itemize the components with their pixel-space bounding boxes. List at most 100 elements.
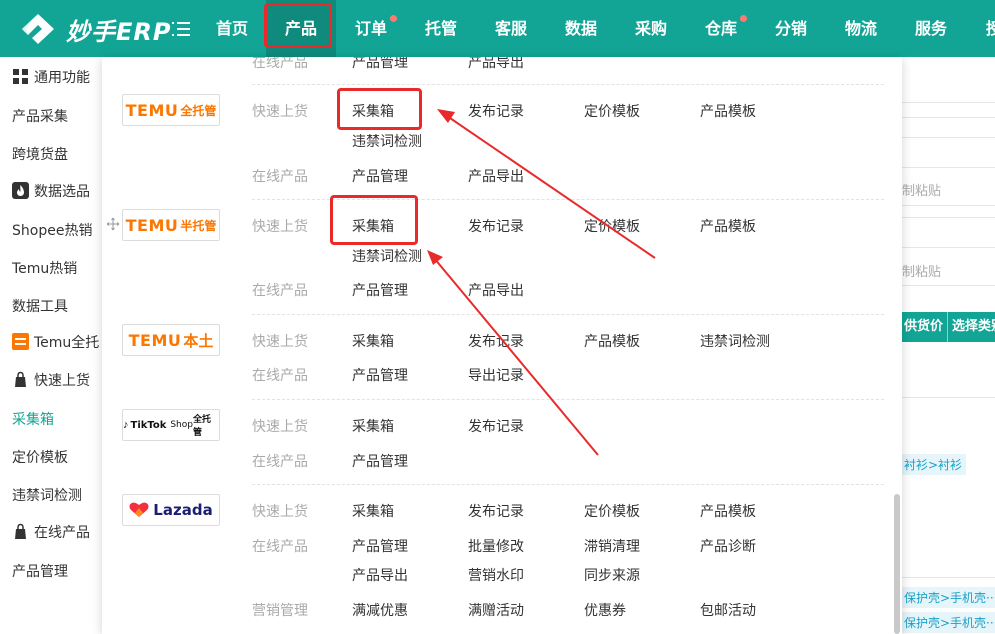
sidebar-item-cross-border[interactable]: 跨境货盘 (12, 144, 68, 164)
nav-data[interactable]: 数据 (546, 0, 616, 57)
nav-orders[interactable]: 订单 (336, 0, 406, 57)
top-nav-bar: 妙手ERP 首页 产品 订单 托管 客服 数据 采购 仓库 分销 物流 服务 授 (0, 0, 995, 57)
menu-link-product-manage[interactable]: 产品管理 (352, 365, 408, 385)
divider (900, 167, 995, 168)
menu-link-pricing-template[interactable]: 定价模板 (584, 101, 640, 121)
menu-link-collect-box[interactable]: 采集箱 (352, 101, 394, 121)
logo-icon (22, 14, 54, 44)
menu-link-product-template[interactable]: 产品模板 (700, 101, 756, 121)
row-label-quick: 快速上货 (252, 504, 308, 520)
nav-product[interactable]: 产品 (266, 0, 336, 57)
menu-link-collect-box[interactable]: 采集箱 (352, 416, 394, 436)
menu-link-product-export[interactable]: 产品导出 (468, 57, 524, 72)
tiktok-shop-logo: ♪ TikTok Shop 全托管 (122, 409, 220, 441)
menu-link-publish-records[interactable]: 发布记录 (468, 331, 524, 351)
menu-link-free-shipping[interactable]: 包邮活动 (700, 600, 756, 620)
move-icon[interactable] (106, 217, 120, 231)
select-category-button[interactable]: 选择类别 (948, 312, 995, 342)
sidebar-item-temu-hot[interactable]: Temu热销 (12, 258, 77, 278)
sidebar-item-banned-words[interactable]: 违禁词检测 (12, 485, 82, 505)
menu-link-collect-box[interactable]: 采集箱 (352, 501, 394, 521)
nav-hosting[interactable]: 托管 (406, 0, 476, 57)
menu-link-discount[interactable]: 满减优惠 (352, 600, 408, 620)
menu-link-slow-sale-clean[interactable]: 滞销清理 (584, 536, 640, 556)
divider (900, 137, 995, 138)
sidebar-group-general[interactable]: 通用功能 (12, 67, 90, 87)
menu-link-gift-campaign[interactable]: 满赠活动 (468, 600, 524, 620)
sidebar-group-data-select[interactable]: 数据选品 (12, 181, 90, 201)
sidebar-label: 快速上货 (34, 373, 90, 389)
sidebar-item-shopee-hot[interactable]: Shopee热销 (12, 220, 92, 240)
sidebar-group-temu-full[interactable]: Temu全托 (12, 332, 99, 352)
app-logo[interactable]: 妙手ERP (16, 11, 171, 47)
sidebar-group-quick-upload[interactable]: 快速上货 (12, 370, 90, 390)
temu-brand: TEMU (128, 330, 182, 350)
sidebar-item-data-tools[interactable]: 数据工具 (12, 296, 68, 316)
sidebar: 通用功能 产品采集 跨境货盘 数据选品 Shopee热销 Temu热销 数据工具… (0, 57, 102, 634)
menu-link-product-manage[interactable]: 产品管理 (352, 57, 408, 72)
nav-purchase[interactable]: 采购 (616, 0, 686, 57)
divider (900, 205, 995, 206)
menu-link-publish-records[interactable]: 发布记录 (468, 216, 524, 236)
row-label-quick: 快速上货 (252, 104, 308, 120)
paste-hint: 制粘贴 (902, 265, 942, 280)
sidebar-item-product-collect[interactable]: 产品采集 (12, 106, 68, 126)
menu-link-pricing-template[interactable]: 定价模板 (584, 216, 640, 236)
nav-home[interactable]: 首页 (198, 0, 266, 57)
menu-link-marketing-watermark[interactable]: 营销水印 (468, 565, 524, 585)
menu-link-publish-records[interactable]: 发布记录 (468, 501, 524, 521)
product-dropdown-menu: 在线产品 产品管理 产品导出 TEMU 全托管 快速上货 采集箱 发布记录 定价模… (102, 57, 902, 634)
menu-link-product-export[interactable]: 产品导出 (468, 280, 524, 300)
nav-logistics[interactable]: 物流 (826, 0, 896, 57)
row-label-quick: 快速上货 (252, 219, 308, 235)
sidebar-label: 在线产品 (34, 525, 90, 541)
sidebar-group-online-products[interactable]: 在线产品 (12, 522, 90, 542)
menu-link-export-records[interactable]: 导出记录 (468, 365, 524, 385)
sidebar-label: Temu全托 (34, 335, 100, 351)
supply-price-button[interactable]: 供货价 (900, 312, 947, 342)
menu-link-pricing-template[interactable]: 定价模板 (584, 501, 640, 521)
temu-brand: TEMU (125, 215, 179, 235)
temu-full-logo: TEMU 全托管 (122, 94, 220, 126)
row-label-online: 在线产品 (252, 368, 308, 384)
sidebar-item-collect-box[interactable]: 采集箱 (12, 409, 54, 429)
menu-link-banned-words[interactable]: 违禁词检测 (700, 331, 770, 351)
temu-badge-icon (12, 333, 29, 350)
menu-link-sync-source[interactable]: 同步来源 (584, 565, 640, 585)
menu-link-batch-edit[interactable]: 批量修改 (468, 536, 524, 556)
menu-link-product-manage[interactable]: 产品管理 (352, 280, 408, 300)
menu-link-publish-records[interactable]: 发布记录 (468, 101, 524, 121)
menu-link-banned-words[interactable]: 违禁词检测 (352, 131, 422, 151)
menu-link-banned-words[interactable]: 违禁词检测 (352, 246, 422, 266)
category-tag: 保护壳>手机壳··· (900, 612, 995, 633)
menu-link-publish-records[interactable]: 发布记录 (468, 416, 524, 436)
menu-toggle-icon[interactable] (171, 20, 191, 38)
menu-link-product-manage[interactable]: 产品管理 (352, 166, 408, 186)
divider (900, 397, 995, 398)
menu-link-product-template[interactable]: 产品模板 (584, 331, 640, 351)
menu-link-collect-box[interactable]: 采集箱 (352, 216, 394, 236)
paste-hint: 制粘贴 (902, 184, 942, 199)
menu-link-coupon[interactable]: 优惠券 (584, 600, 626, 620)
sidebar-item-product-manage[interactable]: 产品管理 (12, 561, 68, 581)
nav-warehouse[interactable]: 仓库 (686, 0, 756, 57)
menu-link-product-manage[interactable]: 产品管理 (352, 536, 408, 556)
menu-link-product-diagnosis[interactable]: 产品诊断 (700, 536, 756, 556)
menu-link-product-manage[interactable]: 产品管理 (352, 451, 408, 471)
nav-service[interactable]: 服务 (896, 0, 966, 57)
menu-link-product-template[interactable]: 产品模板 (700, 501, 756, 521)
divider (900, 217, 995, 218)
menu-link-product-export[interactable]: 产品导出 (352, 565, 408, 585)
category-tag: 保护壳>手机壳··· (900, 587, 995, 608)
menu-link-product-template[interactable]: 产品模板 (700, 216, 756, 236)
nav-distribution[interactable]: 分销 (756, 0, 826, 57)
nav-customer-service[interactable]: 客服 (476, 0, 546, 57)
nav-more[interactable]: 授 (966, 0, 995, 57)
logo-text: 妙手ERP (66, 17, 172, 46)
menu-link-product-export[interactable]: 产品导出 (468, 166, 524, 186)
sidebar-item-pricing-template[interactable]: 定价模板 (12, 447, 68, 467)
menu-link-collect-box[interactable]: 采集箱 (352, 331, 394, 351)
temu-local-logo: TEMU 本土 (122, 324, 220, 356)
divider (900, 247, 995, 248)
dropdown-scrollbar[interactable] (894, 494, 900, 634)
